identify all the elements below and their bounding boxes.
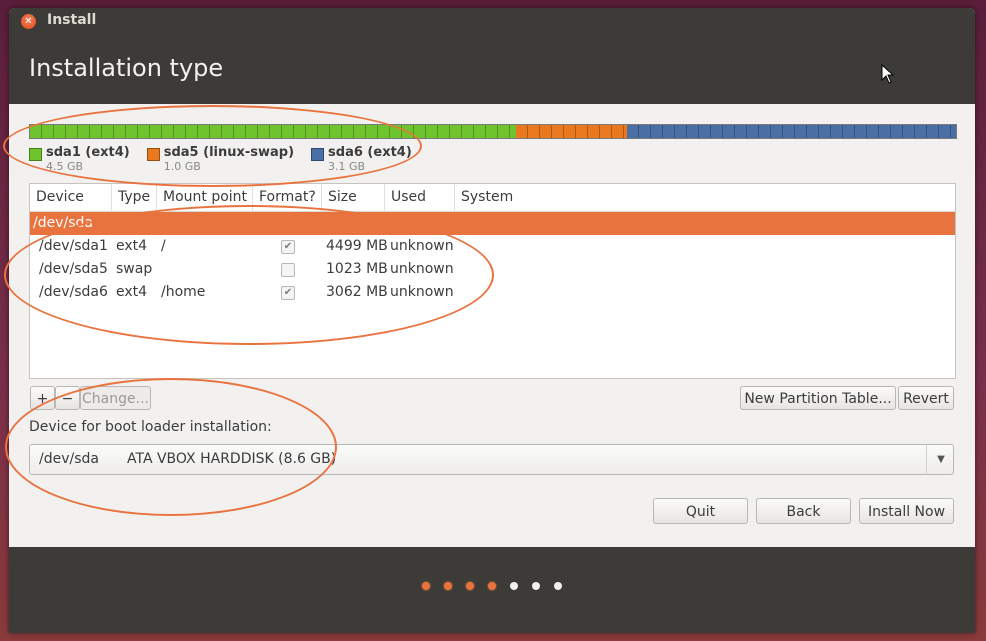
- progress-dot: [554, 582, 562, 590]
- cell-size: 3062 MB: [326, 284, 388, 300]
- install-now-button[interactable]: Install Now: [859, 498, 954, 524]
- cell-mount: /home: [161, 284, 206, 300]
- boot-loader-device: /dev/sda: [39, 451, 99, 467]
- cell-used: unknown: [390, 238, 454, 254]
- progress-dot: [422, 582, 430, 590]
- progress-dot: [444, 582, 452, 590]
- progress-dot: [510, 582, 518, 590]
- legend-name: sda6 (ext4): [328, 145, 412, 160]
- boot-loader-select[interactable]: /dev/sda ATA VBOX HARDDISK (8.6 GB) ▼: [29, 444, 954, 475]
- table-row[interactable]: /dev/sda6 ext4/home 3062 MB unknown ✔: [30, 281, 955, 304]
- installer-window: ✕ Install Installation type sda1 (ext4) 4…: [9, 8, 975, 633]
- legend-size: 3.1 GB: [328, 160, 366, 173]
- partition-usage-bar: [29, 124, 957, 139]
- title-bar: ✕ Install Installation type: [9, 8, 975, 104]
- legend-item: sda1 (ext4) 4.5 GB: [29, 145, 130, 173]
- change-partition-button[interactable]: Change...: [80, 386, 151, 410]
- legend-name: sda1 (ext4): [46, 145, 130, 160]
- footer: [9, 547, 975, 633]
- cell-device: /dev/sda5: [39, 261, 108, 277]
- cell-size: 1023 MB: [326, 261, 388, 277]
- new-partition-table-button[interactable]: New Partition Table...: [740, 386, 896, 410]
- boot-loader-label: Device for boot loader installation:: [29, 419, 272, 435]
- cell-used: unknown: [390, 284, 454, 300]
- page-title: Installation type: [29, 54, 224, 82]
- window-title: Install: [47, 12, 97, 28]
- legend-size: 1.0 GB: [163, 160, 201, 173]
- revert-button[interactable]: Revert: [898, 386, 954, 410]
- cell-used: unknown: [390, 261, 454, 277]
- legend-item: sda6 (ext4) 3.1 GB: [311, 145, 412, 173]
- back-button[interactable]: Back: [756, 498, 851, 524]
- partition-bar-segment: [516, 125, 628, 138]
- cell-mount: /: [161, 238, 166, 254]
- partition-bar-segment: [627, 125, 956, 138]
- column-header-format[interactable]: Format?: [253, 184, 322, 211]
- format-checkbox[interactable]: ✔: [281, 286, 295, 300]
- partition-bar-segment: [30, 125, 517, 138]
- table-header: Device Type Mount point Format? Size Use…: [30, 184, 955, 212]
- format-checkbox[interactable]: [281, 263, 295, 277]
- column-header-used[interactable]: Used: [385, 184, 455, 211]
- legend-item: sda5 (linux-swap) 1.0 GB: [146, 145, 295, 173]
- legend-swatch: [146, 148, 160, 161]
- column-header-system[interactable]: System: [455, 184, 955, 211]
- progress-dot: [532, 582, 540, 590]
- partition-legend: sda1 (ext4) 4.5 GB sda5 (linux-swap) 1.0 GB…: [29, 145, 429, 173]
- table-row[interactable]: /dev/sda5 swap 1023 MB unknown: [30, 258, 955, 281]
- legend-name: sda5 (linux-swap): [163, 145, 295, 160]
- table-row-disk[interactable]: /dev/sda: [30, 212, 955, 235]
- table-row[interactable]: /dev/sda1 ext4 / 4499 MB unknown ✔: [30, 235, 955, 258]
- close-icon[interactable]: ✕: [21, 14, 36, 29]
- progress-dot: [488, 582, 496, 590]
- add-partition-button[interactable]: +: [30, 386, 55, 410]
- legend-swatch: [29, 148, 42, 161]
- column-header-type[interactable]: Type: [112, 184, 157, 211]
- progress-dots: [422, 582, 576, 590]
- cell-size: 4499 MB: [326, 238, 388, 254]
- cell-type: ext4: [116, 238, 148, 254]
- partition-table: Device Type Mount point Format? Size Use…: [29, 183, 956, 379]
- legend-size: 4.5 GB: [46, 160, 84, 173]
- legend-swatch: [311, 148, 325, 161]
- progress-dot: [466, 582, 474, 590]
- disk-device: /dev/sda: [33, 215, 93, 231]
- cell-device: /dev/sda6: [39, 284, 108, 300]
- format-checkbox[interactable]: ✔: [281, 240, 295, 254]
- boot-loader-description: ATA VBOX HARDDISK (8.6 GB): [127, 451, 337, 467]
- cell-type: swap: [116, 261, 153, 277]
- cell-device: /dev/sda1: [39, 238, 108, 254]
- cell-type: ext4: [116, 284, 148, 300]
- column-header-size[interactable]: Size: [322, 184, 385, 211]
- remove-partition-button[interactable]: −: [55, 386, 80, 410]
- mouse-pointer-icon: [881, 64, 895, 84]
- quit-button[interactable]: Quit: [653, 498, 748, 524]
- column-header-device[interactable]: Device: [30, 184, 112, 211]
- column-header-mount[interactable]: Mount point: [157, 184, 253, 211]
- chevron-down-icon[interactable]: ▼: [926, 445, 955, 474]
